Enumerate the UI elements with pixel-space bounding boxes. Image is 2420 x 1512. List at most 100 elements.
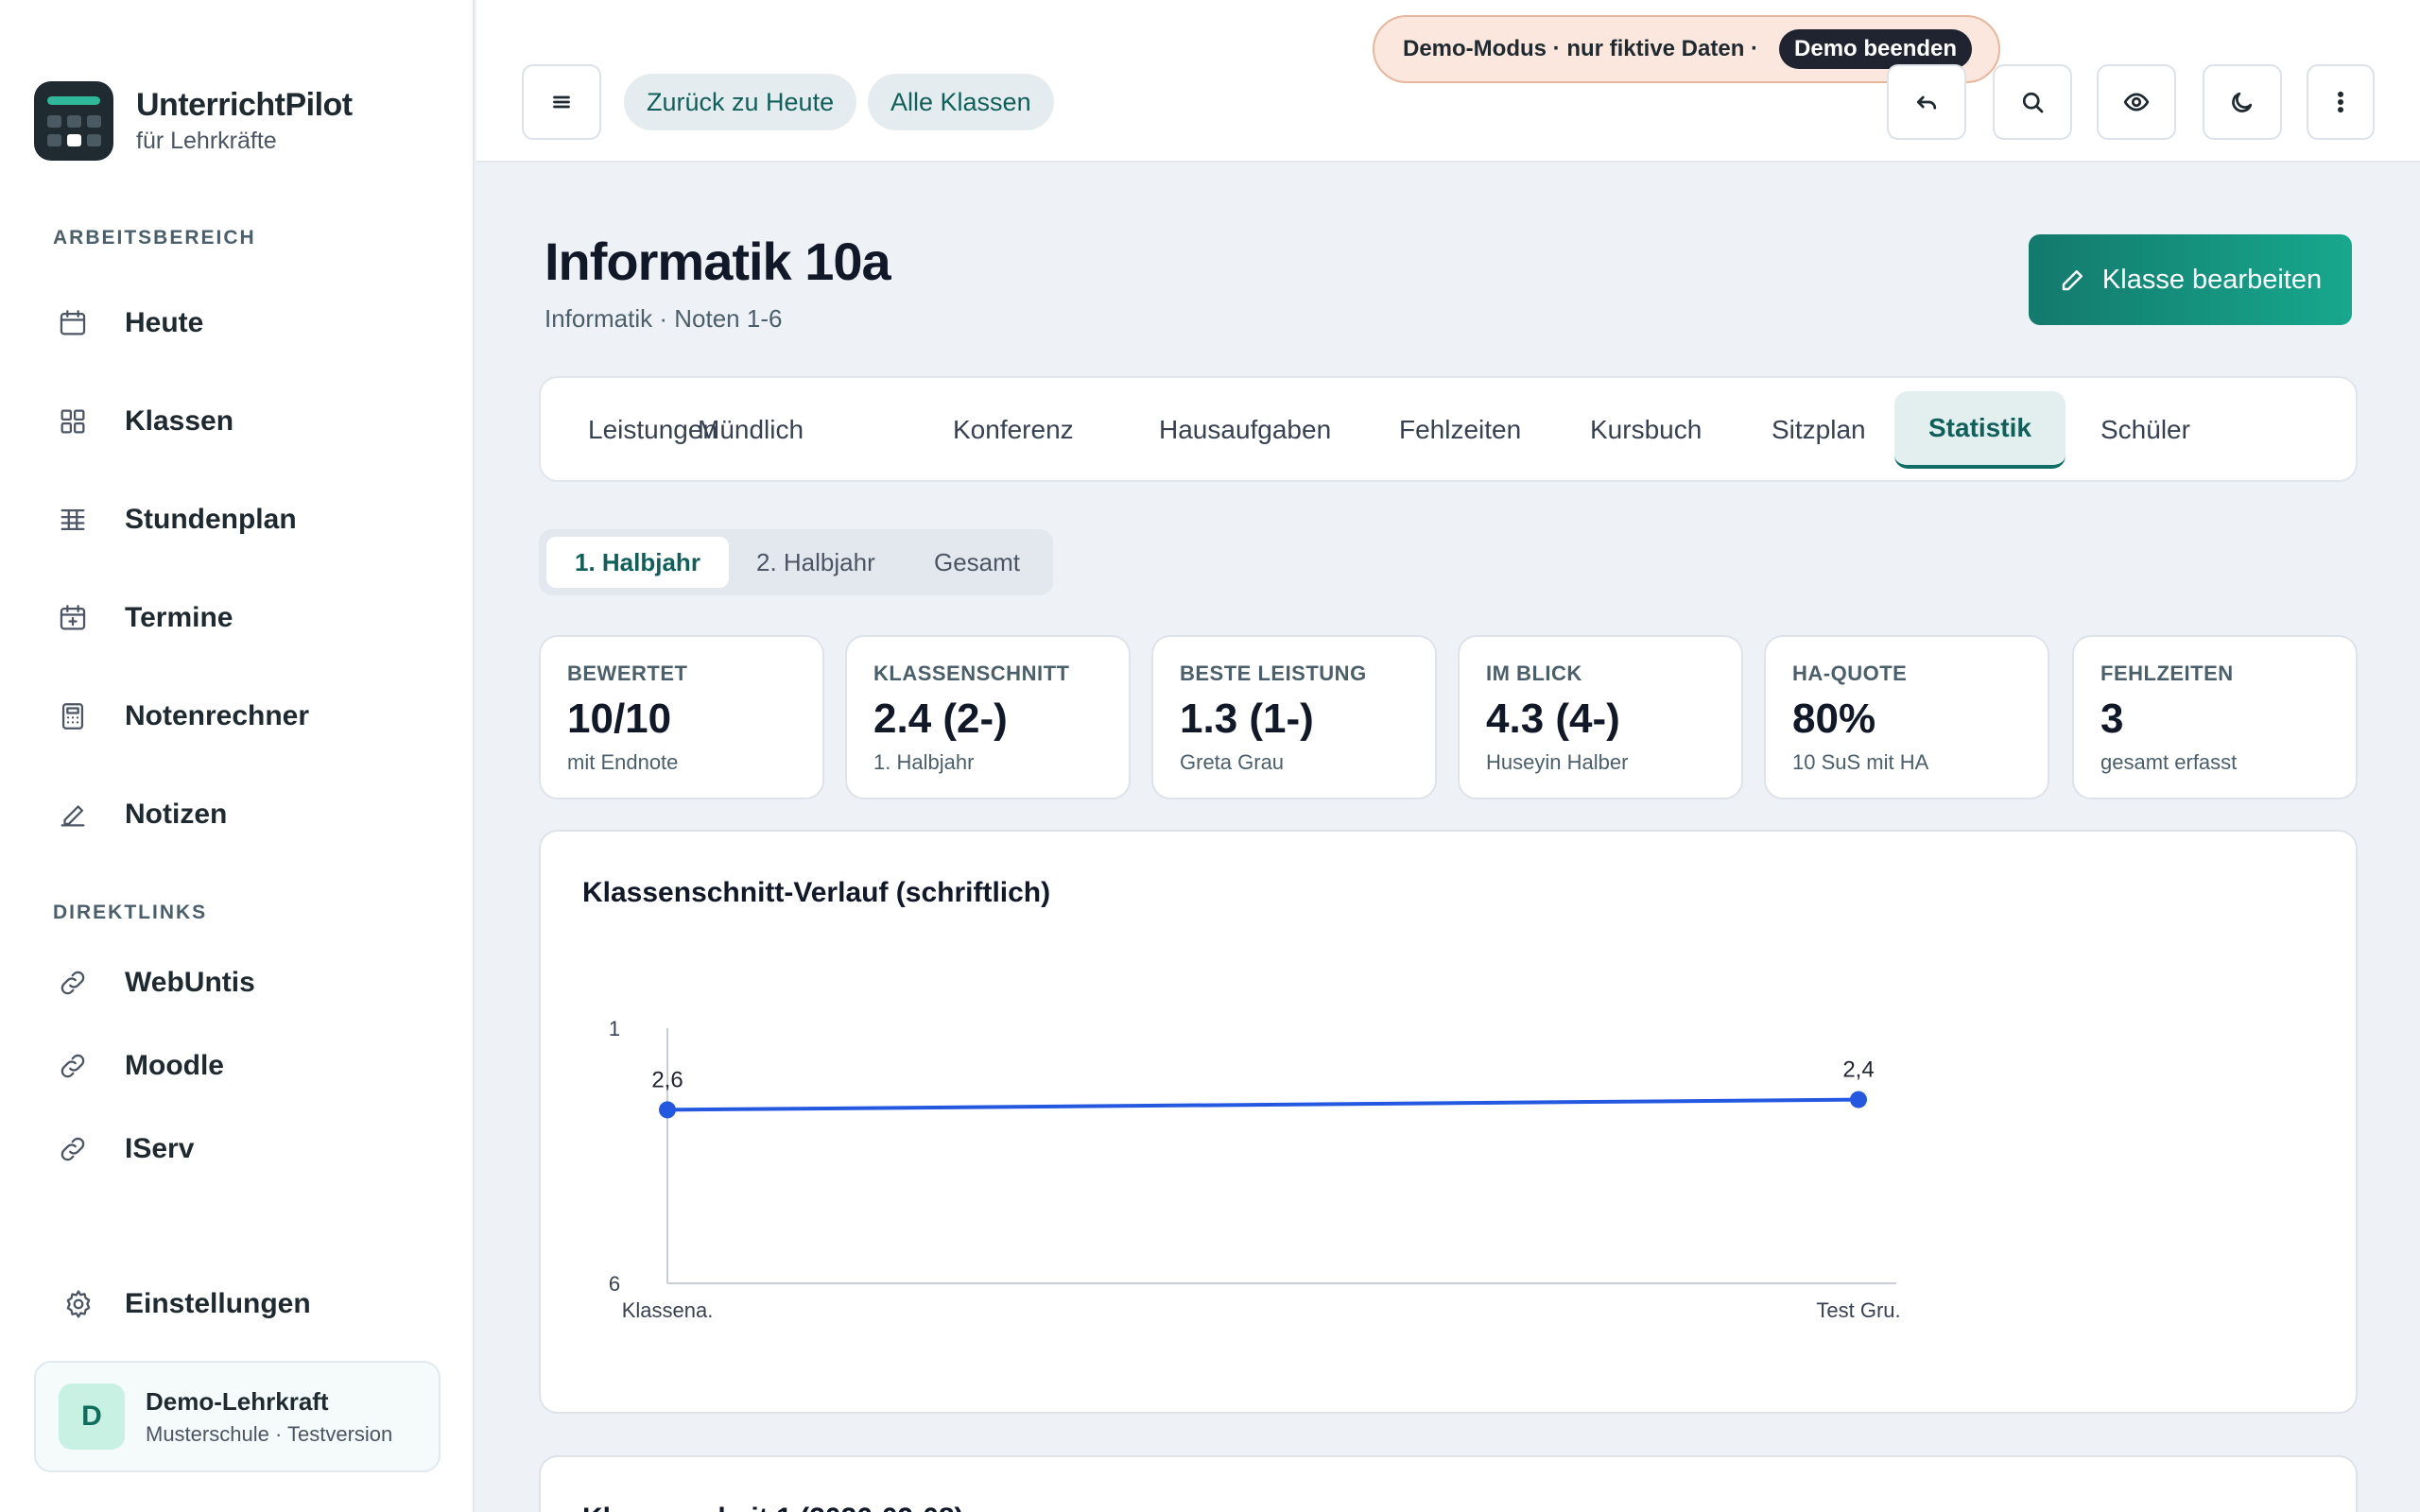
edit-class-label: Klasse bearbeiten <box>2101 264 2323 295</box>
page-title: Informatik 10a <box>544 232 891 291</box>
sidebar-item-label: Moodle <box>125 1050 224 1081</box>
kpi-card-klassenschnitt: KLASSENSCHNITT 2.4 (2-) 1. Halbjahr <box>845 635 1131 799</box>
topbar: Zurück zu Heute Alle Klassen Demo-Modus … <box>476 0 2420 163</box>
tab-muendlich[interactable]: Mündlich <box>664 391 838 469</box>
tab-kursbuch[interactable]: Kursbuch <box>1556 391 1736 469</box>
sidebar-item-label: Heute <box>125 307 204 338</box>
sidebar-item-einstellungen[interactable]: Einstellungen <box>62 1276 311 1332</box>
sidebar-item-label: IServ <box>125 1133 195 1164</box>
kpi-value: 1.3 (1-) <box>1180 696 1314 742</box>
data-point <box>659 1101 676 1119</box>
calendar-icon <box>60 310 86 335</box>
sidebar: UnterrichtPilot für Lehrkräfte ARBEITSBE… <box>0 0 475 1512</box>
tab-statistik[interactable]: Statistik <box>1894 391 2066 469</box>
sidebar-item-notizen[interactable]: Notizen <box>57 786 227 843</box>
chart-card: Klassenschnitt-Verlauf (schriftlich) 162… <box>539 830 2358 1414</box>
next-section-card: Klassenarbeit 1 (2026-09-08) <box>539 1455 2358 1512</box>
next-section-title: Klassenarbeit 1 (2026-09-08) <box>582 1503 964 1512</box>
app-name: UnterrichtPilot <box>136 87 353 123</box>
back-to-today-button[interactable]: Zurück zu Heute <box>624 74 857 130</box>
x-tick-label: Klassena. <box>622 1298 714 1322</box>
more-button[interactable] <box>2307 64 2375 140</box>
line-chart: 1 6 2,6 Klassena. 2,4 Test Gru. <box>609 1017 1901 1322</box>
timetable-icon <box>60 508 85 531</box>
class-tabs: Leistungen Mündlich Konferenz Hausaufgab… <box>539 376 2358 482</box>
kpi-label: BEWERTET <box>567 662 688 685</box>
kpi-value: 80% <box>1792 696 1876 742</box>
kpi-sub: Huseyin Halber <box>1486 750 1629 774</box>
kpi-sub: 10 SuS mit HA <box>1792 750 1929 774</box>
menu-icon <box>553 95 570 109</box>
y-tick-label: 1 <box>609 1017 620 1040</box>
all-classes-button[interactable]: Alle Klassen <box>868 74 1054 130</box>
data-label: 2,4 <box>1842 1057 1874 1083</box>
kpi-sub: mit Endnote <box>567 750 679 774</box>
kpi-value: 3 <box>2100 696 2124 742</box>
moon-icon <box>2232 92 2253 112</box>
sidebar-item-label: Einstellungen <box>125 1288 311 1319</box>
series-line <box>666 1097 1859 1112</box>
tab-konferenz[interactable]: Konferenz <box>919 391 1108 469</box>
user-school: Musterschule · Testversion <box>146 1421 393 1446</box>
link-icon <box>60 1054 85 1078</box>
grid-icon <box>60 409 85 434</box>
period-gesamt[interactable]: Gesamt <box>906 537 1048 588</box>
sidebar-item-stundenplan[interactable]: Stundenplan <box>57 491 297 548</box>
data-point <box>1850 1091 1867 1108</box>
app-subtitle: für Lehrkräfte <box>136 128 277 154</box>
edit-class-button[interactable]: Klasse bearbeiten <box>2029 234 2352 325</box>
sidebar-item-termine[interactable]: Termine <box>57 590 233 646</box>
search-button[interactable] <box>1993 64 2072 140</box>
kpi-sub: 1. Halbjahr <box>873 750 975 774</box>
section-label-direktlinks: DIREKTLINKS <box>53 902 208 923</box>
period-halbjahr-1[interactable]: 1. Halbjahr <box>546 537 729 588</box>
link-icon <box>60 971 85 995</box>
sidebar-item-label: Stundenplan <box>125 504 297 535</box>
menu-button[interactable] <box>522 64 601 140</box>
demo-banner-text: Demo-Modus · nur fiktive Daten · <box>1403 36 1759 61</box>
kpi-card-bewertet: BEWERTET 10/10 mit Endnote <box>539 635 824 799</box>
kpi-sub: gesamt erfasst <box>2100 750 2238 774</box>
tab-sitzplan[interactable]: Sitzplan <box>1737 391 1900 469</box>
y-tick-label: 6 <box>609 1272 620 1296</box>
kpi-card-ha-quote: HA-QUOTE 80% 10 SuS mit HA <box>1764 635 2049 799</box>
period-switch: 1. Halbjahr 2. Halbjahr Gesamt <box>539 529 1053 595</box>
kpi-card-beste-leistung: BESTE LEISTUNG 1.3 (1-) Greta Grau <box>1151 635 1437 799</box>
user-card[interactable]: D Demo-Lehrkraft Musterschule · Testvers… <box>34 1361 441 1472</box>
more-vertical-icon <box>2337 91 2343 113</box>
tab-schueler[interactable]: Schüler <box>2066 391 2224 469</box>
sidebar-item-label: Termine <box>125 602 233 633</box>
sidebar-item-notenrechner[interactable]: Notenrechner <box>57 688 309 745</box>
sidebar-item-iserv[interactable]: IServ <box>57 1121 194 1177</box>
section-label-workspace: ARBEITSBEREICH <box>53 227 256 249</box>
sidebar-item-label: Notenrechner <box>125 700 310 731</box>
kpi-sub: Greta Grau <box>1180 750 1285 774</box>
search-icon <box>2022 92 2044 113</box>
tab-hausaufgaben[interactable]: Hausaufgaben <box>1125 391 1365 469</box>
sidebar-item-webuntis[interactable]: WebUntis <box>57 954 255 1011</box>
pencil-icon <box>60 805 85 827</box>
avatar: D <box>59 1383 125 1450</box>
app-logo-icon <box>34 81 113 161</box>
preview-button[interactable] <box>2097 64 2176 140</box>
sidebar-item-moodle[interactable]: Moodle <box>57 1038 224 1094</box>
kpi-card-fehlzeiten: FEHLZEITEN 3 gesamt erfasst <box>2072 635 2358 799</box>
undo-button[interactable] <box>1887 64 1966 140</box>
kpi-value: 10/10 <box>567 696 672 742</box>
brand[interactable]: UnterrichtPilot für Lehrkräfte <box>34 81 353 161</box>
tab-fehlzeiten[interactable]: Fehlzeiten <box>1365 391 1555 469</box>
kpi-label: FEHLZEITEN <box>2100 662 2234 685</box>
kpi-value: 4.3 (4-) <box>1486 696 1620 742</box>
end-demo-button[interactable]: Demo beenden <box>1779 29 1973 69</box>
dark-mode-button[interactable] <box>2203 64 2282 140</box>
sidebar-item-label: Notizen <box>125 799 228 830</box>
calculator-icon <box>61 703 84 730</box>
kpi-value: 2.4 (2-) <box>873 696 1008 742</box>
sidebar-item-heute[interactable]: Heute <box>57 295 203 352</box>
kpi-label: KLASSENSCHNITT <box>873 662 1070 685</box>
sidebar-item-label: Klassen <box>125 405 234 437</box>
sidebar-item-klassen[interactable]: Klassen <box>57 393 233 450</box>
pencil-icon <box>2062 270 2083 291</box>
gear-icon <box>66 1290 91 1318</box>
period-halbjahr-2[interactable]: 2. Halbjahr <box>728 537 904 588</box>
